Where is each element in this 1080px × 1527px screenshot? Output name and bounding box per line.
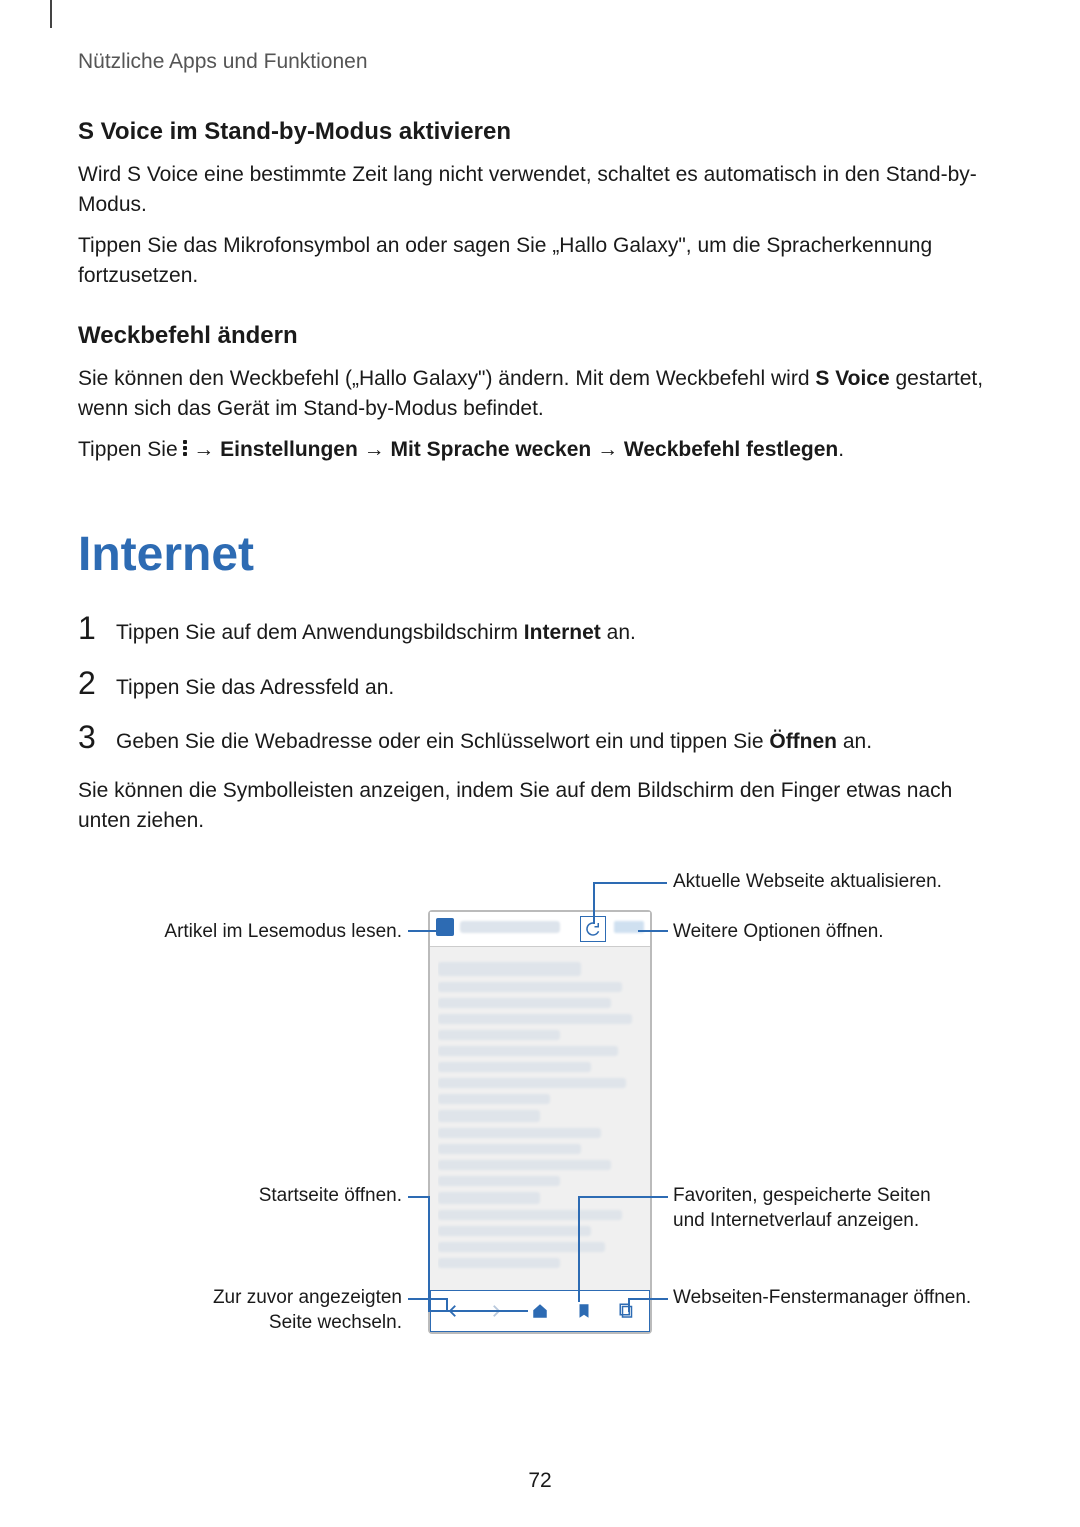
internet-heading: Internet	[78, 527, 1002, 582]
step-2: 2 Tippen Sie das Adressfeld an.	[78, 667, 1002, 704]
lead-line	[408, 930, 436, 932]
weck-p2-a: Tippen Sie	[78, 438, 183, 461]
lead-line	[408, 1196, 428, 1198]
numbered-steps: 1 Tippen Sie auf dem Anwendungsbildschir…	[78, 612, 1002, 758]
weck-paragraph-1: Sie können den Weckbefehl („Hallo Galaxy…	[78, 364, 1002, 425]
weck-bold-3: Weckbefehl festlegen	[624, 438, 838, 461]
weck-paragraph-2: Tippen Sie → Einstellungen → Mit Sprache…	[78, 435, 1002, 465]
callout-tabs: Webseiten-Fenstermanager öffnen.	[673, 1286, 971, 1311]
weck-arrow-3: →	[591, 438, 624, 461]
weck-arrow-1: →	[187, 438, 220, 461]
step-1: 1 Tippen Sie auf dem Anwendungsbildschir…	[78, 612, 1002, 649]
step-1-text: Tippen Sie auf dem Anwendungsbildschirm …	[116, 612, 636, 649]
lead-line	[628, 1298, 668, 1300]
manual-page: Nützliche Apps und Funktionen S Voice im…	[0, 0, 1080, 1527]
callout-home: Startseite öffnen.	[259, 1184, 402, 1209]
step-3-text: Geben Sie die Webadresse oder ein Schlüs…	[116, 721, 872, 758]
step3-b: an.	[837, 730, 872, 753]
step-number: 2	[78, 667, 100, 699]
lead-line	[593, 882, 667, 884]
lead-line	[578, 1196, 668, 1198]
weck-end: .	[838, 438, 844, 461]
step3-a: Geben Sie die Webadresse oder ein Schlüs…	[116, 730, 769, 753]
lead-line	[578, 1196, 580, 1302]
step1-b: an.	[601, 621, 636, 644]
read-mode-icon	[436, 918, 454, 936]
lead-line	[638, 930, 668, 932]
callout-bookmarks: Favoriten, gespeicherte Seiten und Inter…	[673, 1184, 963, 1233]
step-number: 3	[78, 721, 100, 753]
callout-more: Weitere Optionen öffnen.	[673, 920, 884, 945]
page-content-blur	[438, 956, 642, 1284]
step-number: 1	[78, 612, 100, 644]
weck-arrow-2: →	[358, 438, 391, 461]
bookmark-icon	[575, 1302, 593, 1320]
step-3: 3 Geben Sie die Webadresse oder ein Schl…	[78, 721, 1002, 758]
address-bar-blur	[460, 921, 560, 933]
callout-readmode: Artikel im Lesemodus lesen.	[164, 920, 402, 945]
browser-top-bar	[430, 912, 650, 947]
weck-p1-bold: S Voice	[815, 367, 889, 390]
weck-heading: Weckbefehl ändern	[78, 322, 1002, 350]
weck-bold-1: Einstellungen	[220, 438, 358, 461]
lead-line	[428, 1196, 430, 1310]
weck-p1-a: Sie können den Weckbefehl („Hallo Galaxy…	[78, 367, 815, 390]
svoice-heading: S Voice im Stand-by-Modus aktivieren	[78, 118, 1002, 146]
page-crop-mark	[50, 0, 52, 28]
step1-bold: Internet	[524, 621, 601, 644]
weck-bold-2: Mit Sprache wecken	[390, 438, 591, 461]
lead-line	[593, 882, 595, 924]
callout-refresh: Aktuelle Webseite aktualisieren.	[673, 870, 942, 895]
lead-line	[408, 1298, 446, 1300]
lead-line	[428, 1310, 528, 1312]
lead-line	[446, 1298, 448, 1312]
lead-line	[628, 1298, 630, 1312]
svoice-paragraph-2: Tippen Sie das Mikrofonsymbol an oder sa…	[78, 231, 1002, 292]
browser-diagram: Aktuelle Webseite aktualisieren. Artikel…	[78, 870, 998, 1350]
step3-bold: Öffnen	[769, 730, 837, 753]
page-number: 72	[0, 1469, 1080, 1493]
home-icon	[531, 1302, 549, 1320]
phone-mockup	[428, 910, 652, 1334]
svoice-paragraph-1: Wird S Voice eine bestimmte Zeit lang ni…	[78, 160, 1002, 221]
callout-back: Zur zuvor angezeigten Seite wechseln.	[172, 1286, 402, 1335]
step-2-text: Tippen Sie das Adressfeld an.	[116, 667, 394, 704]
after-list-paragraph: Sie können die Symbolleisten anzeigen, i…	[78, 776, 1002, 837]
breadcrumb: Nützliche Apps und Funktionen	[78, 50, 1002, 74]
step1-a: Tippen Sie auf dem Anwendungsbildschirm	[116, 621, 524, 644]
